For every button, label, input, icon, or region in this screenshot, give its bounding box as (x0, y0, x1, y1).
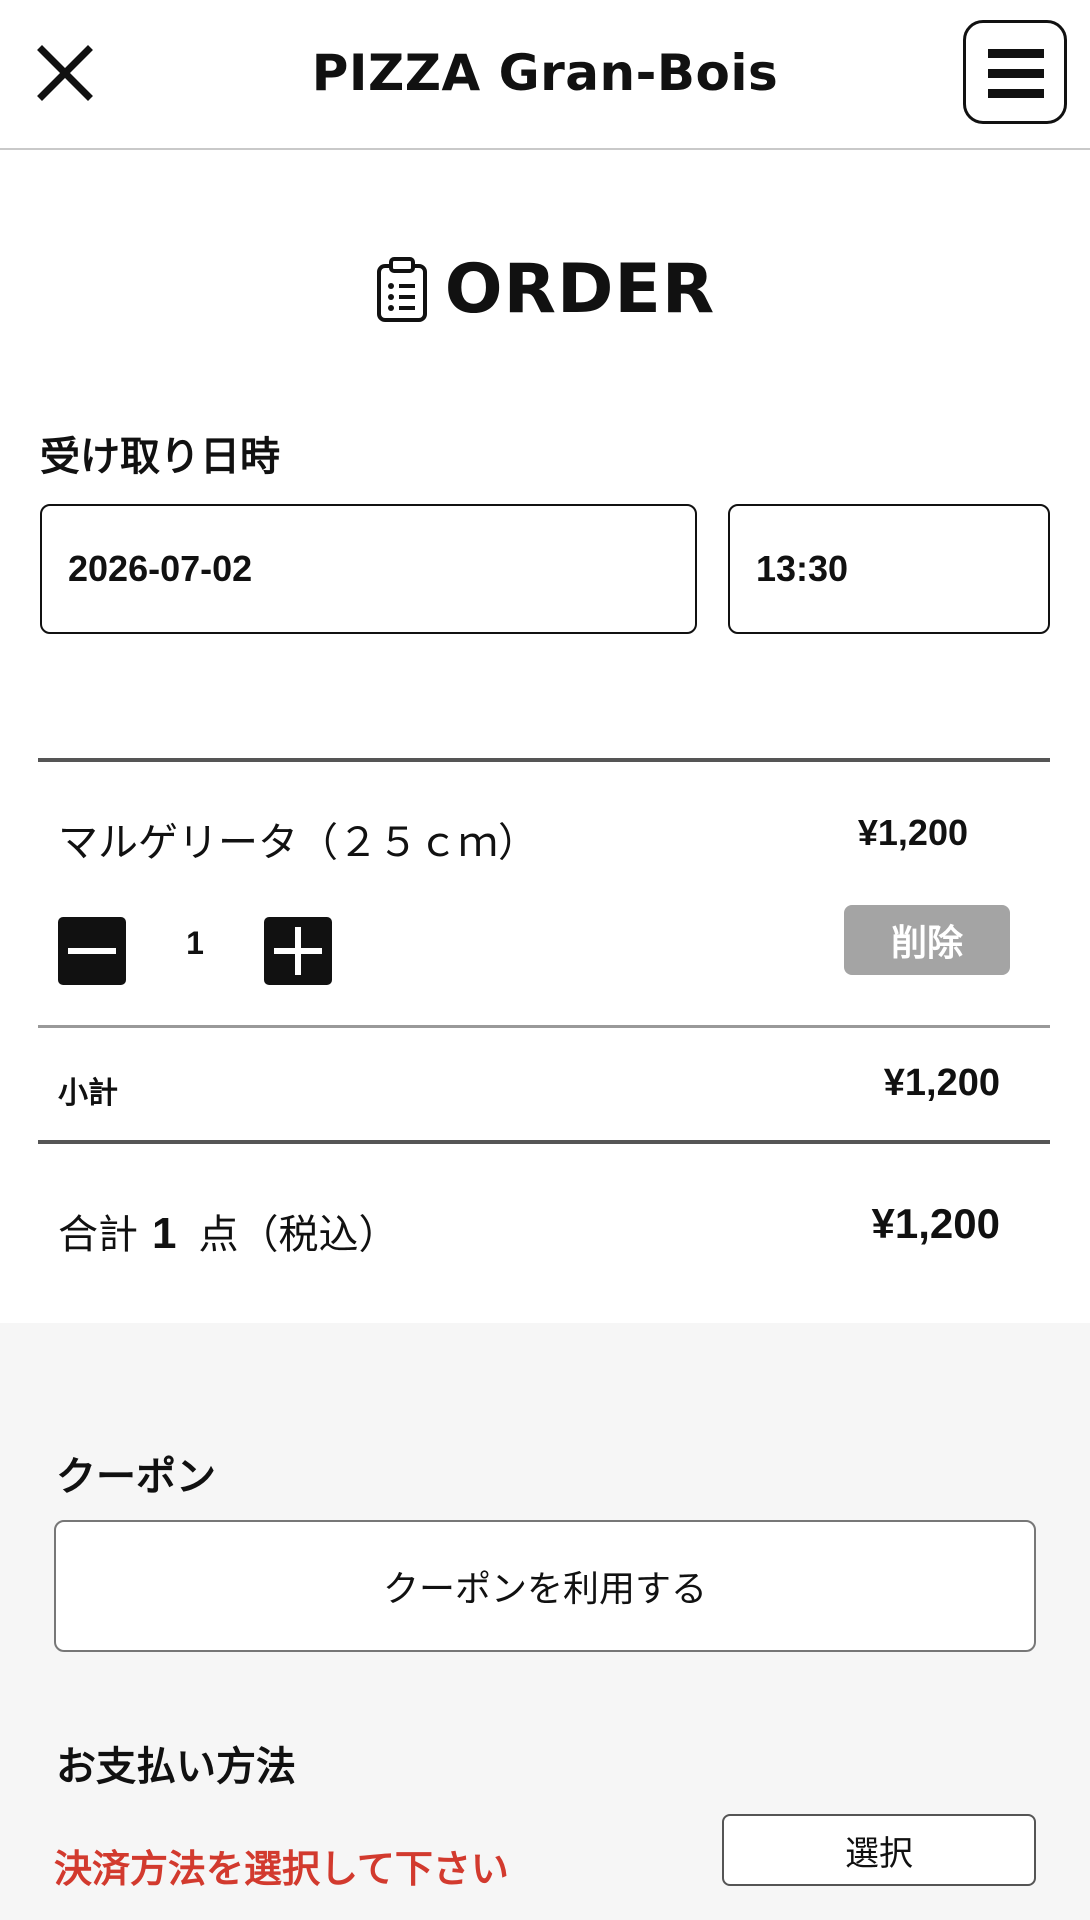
pickup-date-input[interactable]: 2026-07-02 (40, 504, 697, 634)
subtotal-value: ¥1,200 (883, 1062, 1000, 1104)
order-title: ORDER (444, 250, 716, 329)
select-payment-button[interactable]: 選択 (722, 1814, 1036, 1886)
pickup-time-input[interactable]: 13:30 (728, 504, 1050, 634)
shop-title: PIZZA Gran-Bois (311, 44, 779, 102)
total-label: 合計 1 点（税込） (58, 1202, 398, 1260)
item-price: ¥1,200 (857, 812, 968, 853)
divider (38, 1025, 1050, 1028)
item-name: マルゲリータ（２５ｃｍ） (58, 820, 538, 866)
decrease-quantity-button[interactable] (58, 917, 126, 985)
total-value: ¥1,200 (871, 1200, 1000, 1247)
increase-quantity-button[interactable] (264, 917, 332, 985)
divider (38, 1140, 1050, 1144)
payment-label: お支払い方法 (56, 1744, 296, 1790)
clipboard-list-icon (376, 256, 427, 322)
quantity-value: 1 (186, 925, 204, 961)
order-heading: ORDER (0, 250, 1090, 329)
coupon-label: クーポン (56, 1454, 216, 1500)
divider (38, 758, 1050, 762)
use-coupon-button[interactable]: クーポンを利用する (54, 1520, 1036, 1652)
app-header: PIZZA Gran-Bois (0, 0, 1090, 150)
payment-warning: 決済方法を選択して下さい (54, 1847, 509, 1891)
pickup-label: 受け取り日時 (40, 434, 280, 480)
total-prefix: 合計 (58, 1212, 138, 1258)
delete-item-button[interactable]: 削除 (844, 905, 1010, 975)
plus-icon (274, 927, 322, 975)
minus-icon (68, 948, 116, 954)
subtotal-label: 小計 (58, 1076, 118, 1111)
total-count: 1 (152, 1209, 177, 1258)
menu-button[interactable] (963, 20, 1067, 124)
menu-icon (988, 49, 1044, 98)
total-suffix: 点（税込） (198, 1212, 399, 1258)
